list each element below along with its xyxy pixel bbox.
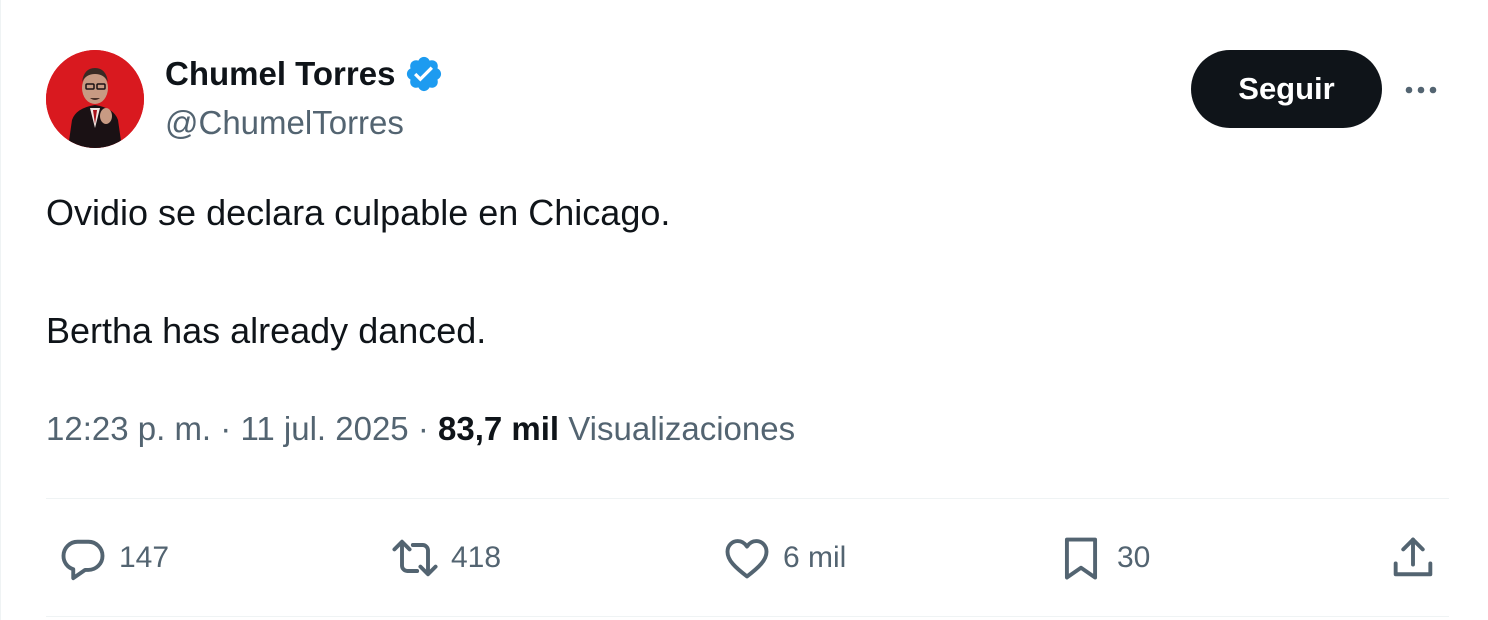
- tweet-date[interactable]: 11 jul. 2025: [240, 410, 408, 447]
- views-label: Visualizaciones: [568, 410, 796, 447]
- verified-badge-icon[interactable]: [404, 54, 444, 94]
- reply-count: 147: [119, 541, 170, 574]
- display-name[interactable]: Chumel Torres: [165, 54, 444, 94]
- bookmark-icon: [1055, 532, 1107, 584]
- share-icon: [1387, 532, 1439, 584]
- reply-icon: [57, 532, 109, 584]
- follow-button[interactable]: Seguir: [1191, 50, 1382, 128]
- meta-separator: ·: [220, 410, 232, 447]
- display-name-text[interactable]: Chumel Torres: [165, 54, 395, 94]
- like-count: 6 mil: [783, 541, 847, 574]
- meta-separator: ·: [417, 410, 429, 447]
- divider: [46, 616, 1449, 617]
- tweet-text: Ovidio se declara culpable en Chicago. B…: [46, 188, 1426, 356]
- bookmark-count: 30: [1117, 541, 1151, 574]
- reply-button[interactable]: 147: [57, 530, 169, 586]
- views-count: 83,7 mil: [438, 410, 560, 447]
- avatar-image: [46, 50, 144, 148]
- avatar[interactable]: [46, 50, 144, 148]
- bookmark-button[interactable]: 30: [1055, 530, 1150, 586]
- share-button[interactable]: [1387, 530, 1439, 586]
- like-button[interactable]: 6 mil: [721, 530, 846, 586]
- user-handle[interactable]: @ChumelTorres: [165, 103, 404, 143]
- retweet-count: 418: [451, 541, 502, 574]
- heart-icon: [721, 532, 773, 584]
- tweet-meta: 12:23 p. m. · 11 jul. 2025 · 83,7 mil Vi…: [46, 406, 795, 452]
- tweet-paragraph: Bertha has already danced.: [46, 310, 487, 351]
- tweet-paragraph: Ovidio se declara culpable en Chicago.: [46, 192, 671, 233]
- more-horizontal-icon[interactable]: [1399, 70, 1443, 110]
- divider: [46, 498, 1449, 499]
- tweet-card: Chumel Torres @ChumelTorres Seguir Ovidi…: [0, 0, 1488, 620]
- retweet-icon: [389, 532, 441, 584]
- tweet-time[interactable]: 12:23 p. m.: [46, 410, 211, 447]
- retweet-button[interactable]: 418: [389, 530, 501, 586]
